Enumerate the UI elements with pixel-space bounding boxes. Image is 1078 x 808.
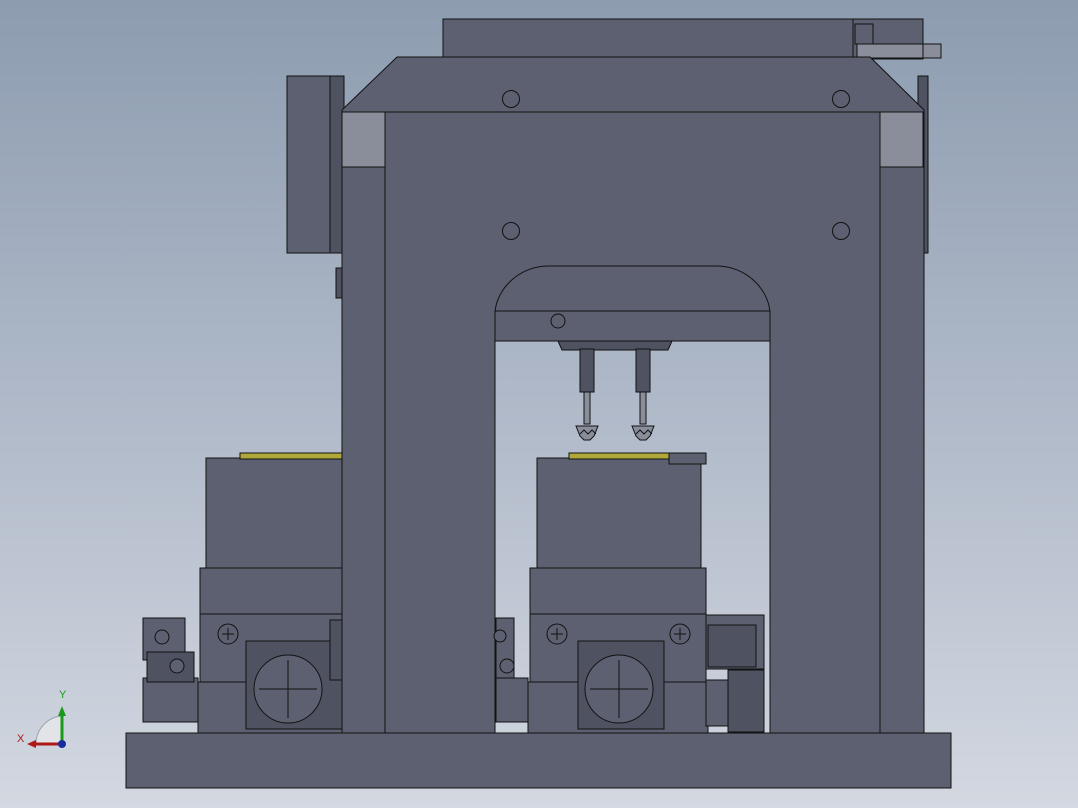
punch-pin-right[interactable]	[631, 348, 655, 441]
fitting-port	[499, 658, 515, 674]
adjust-knob[interactable]	[253, 654, 323, 724]
punch-pin-left[interactable]	[575, 348, 599, 441]
assembly-model[interactable]	[0, 0, 1078, 808]
adjust-knob[interactable]	[584, 654, 654, 724]
bolt-head	[669, 623, 691, 645]
press-head[interactable]	[494, 265, 771, 351]
bolt-head	[217, 623, 239, 645]
z-axis-dot	[58, 740, 66, 748]
top-cylinder[interactable]	[442, 18, 942, 60]
base-plate[interactable]	[125, 732, 952, 789]
cad-viewport[interactable]: Y X	[0, 0, 1078, 808]
bolt-head	[546, 623, 568, 645]
fitting-port	[493, 629, 507, 643]
axis-triad	[27, 706, 66, 748]
y-axis-label: Y	[59, 689, 67, 701]
left-side-block[interactable]	[286, 75, 345, 299]
fitting-port	[169, 658, 185, 674]
fitting-port	[154, 629, 170, 645]
x-axis-label: X	[17, 733, 25, 745]
